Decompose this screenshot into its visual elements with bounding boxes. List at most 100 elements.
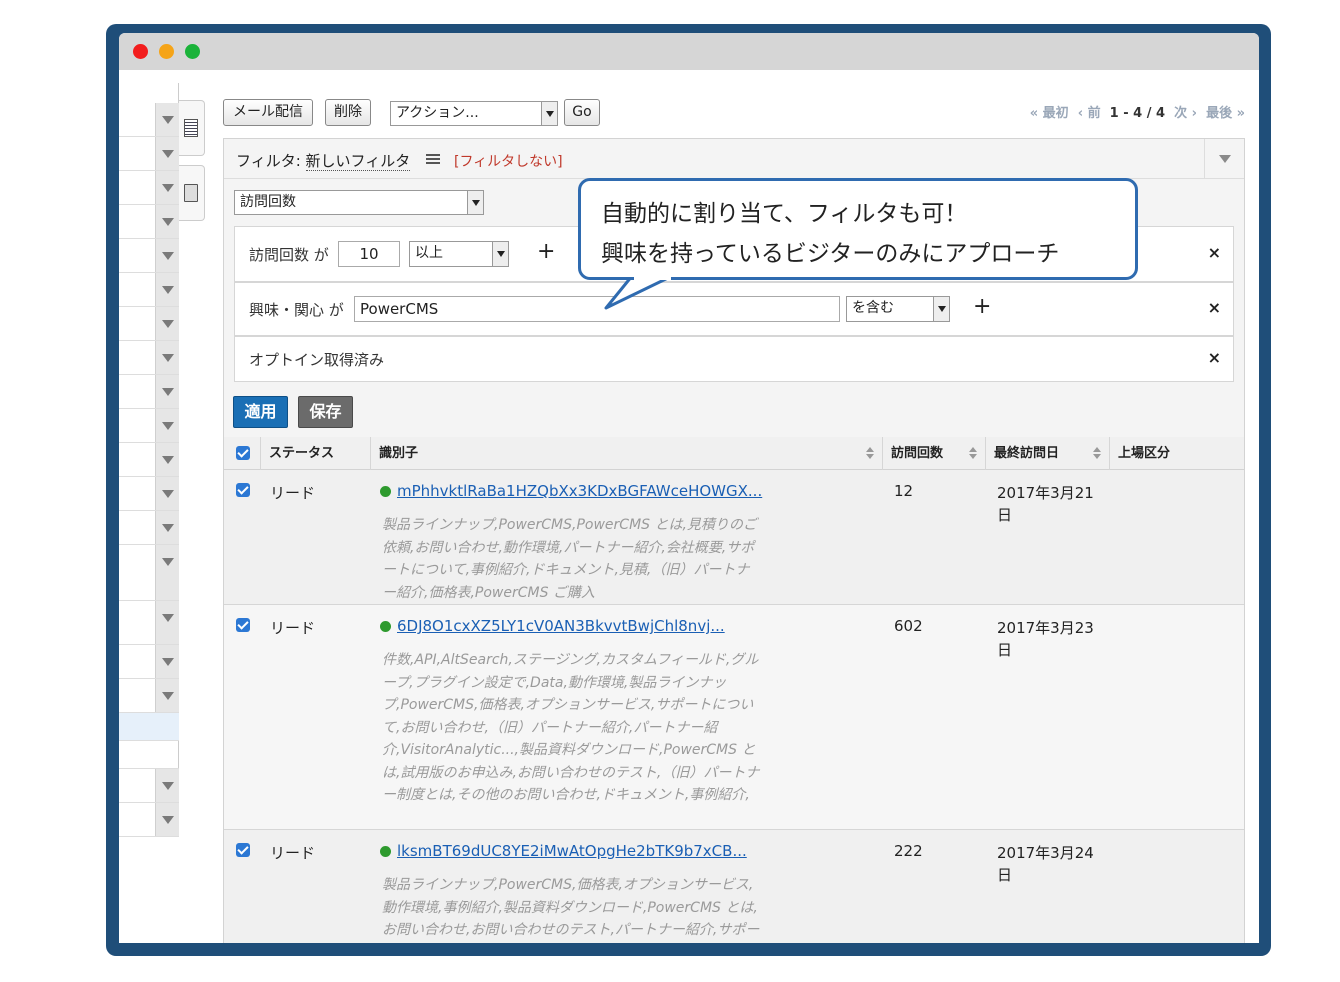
chevron-down-icon[interactable]: [155, 511, 179, 544]
row-identifier-link[interactable]: 6DJ8O1cxXZ5LY1cV0AN3BkvvtBwjChl8nvj...: [380, 617, 725, 635]
select-all-checkbox[interactable]: [236, 446, 250, 460]
save-button[interactable]: 保存: [298, 396, 353, 428]
document-view-tab[interactable]: [179, 165, 205, 221]
chevron-down-icon[interactable]: [155, 803, 179, 836]
sidebar-row[interactable]: [119, 205, 179, 239]
column-header-visits[interactable]: 訪問回数: [882, 437, 985, 470]
chevron-down-icon[interactable]: [155, 205, 179, 238]
close-window-button[interactable]: [133, 44, 148, 59]
chevron-down-icon[interactable]: [155, 137, 179, 170]
condition-label: 訪問回数 が: [249, 246, 329, 264]
mail-delivery-button[interactable]: メール配信: [223, 99, 313, 126]
chevron-down-icon[interactable]: [155, 409, 179, 442]
remove-condition-button[interactable]: ×: [1208, 348, 1221, 367]
filter-toggle-button[interactable]: [1204, 139, 1244, 178]
sidebar-row[interactable]: [119, 375, 179, 409]
list-view-tab[interactable]: [179, 100, 205, 156]
action-select[interactable]: アクション...: [390, 101, 558, 126]
minimize-window-button[interactable]: [159, 44, 174, 59]
chevron-down-icon[interactable]: [155, 545, 179, 600]
check-circle-icon: [380, 846, 391, 857]
callout-line-2: 興味を持っているビジターのみにアプローチ: [601, 241, 1060, 267]
apply-button[interactable]: 適用: [233, 396, 288, 428]
visits-value-input[interactable]: 10: [338, 241, 400, 267]
no-filter-link[interactable]: [フィルタしない]: [454, 151, 563, 171]
filter-bar: フィルタ: 新しいフィルタ [フィルタしない]: [224, 139, 1244, 179]
sidebar-row[interactable]: [119, 679, 179, 713]
add-condition-button[interactable]: +: [537, 239, 555, 264]
chevron-down-icon[interactable]: [155, 477, 179, 510]
column-header-listing[interactable]: 上場区分: [1109, 437, 1245, 470]
sidebar-row-selected[interactable]: [119, 713, 179, 741]
chevron-down-icon[interactable]: [155, 679, 179, 712]
go-button[interactable]: Go: [564, 99, 600, 126]
chevron-down-icon[interactable]: [155, 273, 179, 306]
table-row[interactable]: リード lksmBT69dUC8YE2iMwAtOpgHe2bTK9b7xCB.…: [224, 830, 1244, 943]
list-icon[interactable]: [426, 154, 440, 164]
remove-condition-button[interactable]: ×: [1208, 243, 1221, 262]
filter-name[interactable]: 新しいフィルタ: [305, 152, 411, 171]
sidebar-row[interactable]: [119, 239, 179, 273]
chevron-down-icon[interactable]: [155, 103, 179, 136]
sidebar-row[interactable]: [119, 171, 179, 205]
remove-condition-button[interactable]: ×: [1208, 298, 1221, 317]
row-interest-tags: 製品ラインナップ,PowerCMS,価格表,オプションサービス,動作環境,事例紹…: [382, 877, 760, 938]
browser-window: メール配信 削除 アクション... Go « 最初 ‹ 前 1 - 4 / 4 …: [119, 33, 1259, 943]
delete-button[interactable]: 削除: [325, 99, 371, 126]
sidebar-row[interactable]: [119, 341, 179, 375]
chevron-down-icon[interactable]: [155, 307, 179, 340]
sidebar-row[interactable]: [119, 741, 179, 769]
pager-last-link[interactable]: 最後 »: [1206, 106, 1245, 121]
sidebar-row[interactable]: [119, 137, 179, 171]
pager-first-link[interactable]: « 最初: [1030, 106, 1069, 121]
column-header-identifier[interactable]: 識別子: [370, 437, 882, 470]
sidebar-row[interactable]: [119, 601, 179, 645]
chevron-down-icon[interactable]: [155, 443, 179, 476]
sort-icon[interactable]: [866, 447, 874, 459]
callout-line-1: 自動的に割り当て、フィルタも可！: [601, 201, 968, 227]
chevron-down-icon[interactable]: [155, 239, 179, 272]
table-row[interactable]: リード mPhhvktlRaBa1HZQbXx3KDxBGFAWceHOWGX.…: [224, 470, 1244, 605]
chevron-down-icon[interactable]: [155, 341, 179, 374]
sidebar-row[interactable]: [119, 443, 179, 477]
visits-operator-select[interactable]: 以上: [409, 241, 509, 267]
leads-table: ステータス 識別子 訪問回数 最終訪問日 上場区分 リード mPhhvktlRa…: [223, 437, 1245, 943]
chevron-down-icon[interactable]: [155, 601, 179, 644]
interest-operator-select[interactable]: を含む: [846, 296, 950, 322]
sort-icon[interactable]: [1093, 447, 1101, 459]
row-identifier-link[interactable]: mPhhvktlRaBa1HZQbXx3KDxBGFAWceHOWGX...: [380, 482, 762, 500]
sidebar-row[interactable]: [119, 769, 179, 803]
chevron-down-icon[interactable]: [155, 375, 179, 408]
row-checkbox[interactable]: [236, 618, 250, 632]
row-identifier-text: mPhhvktlRaBa1HZQbXx3KDxBGFAWceHOWGX...: [397, 482, 763, 500]
chevron-down-icon[interactable]: [155, 171, 179, 204]
row-checkbox[interactable]: [236, 843, 250, 857]
table-row[interactable]: リード 6DJ8O1cxXZ5LY1cV0AN3BkvvtBwjChl8nvj.…: [224, 605, 1244, 830]
add-condition-button[interactable]: +: [973, 294, 991, 319]
sidebar-row[interactable]: [119, 477, 179, 511]
sidebar-row[interactable]: [119, 645, 179, 679]
sidebar-row[interactable]: [119, 273, 179, 307]
pager-next-link[interactable]: 次 ›: [1174, 106, 1197, 121]
sidebar-row[interactable]: [119, 103, 179, 137]
pager-prev-link[interactable]: ‹ 前: [1078, 106, 1101, 121]
sidebar-row[interactable]: [119, 409, 179, 443]
filter-field-select[interactable]: 訪問回数: [234, 190, 484, 215]
sidebar-row[interactable]: [119, 803, 179, 837]
sidebar-row[interactable]: [119, 511, 179, 545]
column-header-last-visit[interactable]: 最終訪問日: [985, 437, 1109, 470]
sort-icon[interactable]: [969, 447, 977, 459]
zoom-window-button[interactable]: [185, 44, 200, 59]
row-status: リード: [270, 484, 316, 502]
sidebar-row[interactable]: [119, 307, 179, 341]
chevron-down-icon[interactable]: [155, 645, 179, 678]
column-header-status[interactable]: ステータス: [260, 437, 370, 470]
row-interest-tags: 件数,API,AltSearch,ステージング,カスタムフィールド,グループ,プ…: [382, 652, 760, 803]
row-identifier-link[interactable]: lksmBT69dUC8YE2iMwAtOpgHe2bTK9b7xCB...: [380, 842, 747, 860]
sidebar-row[interactable]: [119, 545, 179, 601]
filter-prefix: フィルタ:: [236, 152, 306, 170]
filter-field-value: 訪問回数: [240, 194, 296, 210]
interest-value-input[interactable]: PowerCMS: [354, 296, 840, 322]
chevron-down-icon[interactable]: [155, 769, 179, 802]
row-checkbox[interactable]: [236, 483, 250, 497]
